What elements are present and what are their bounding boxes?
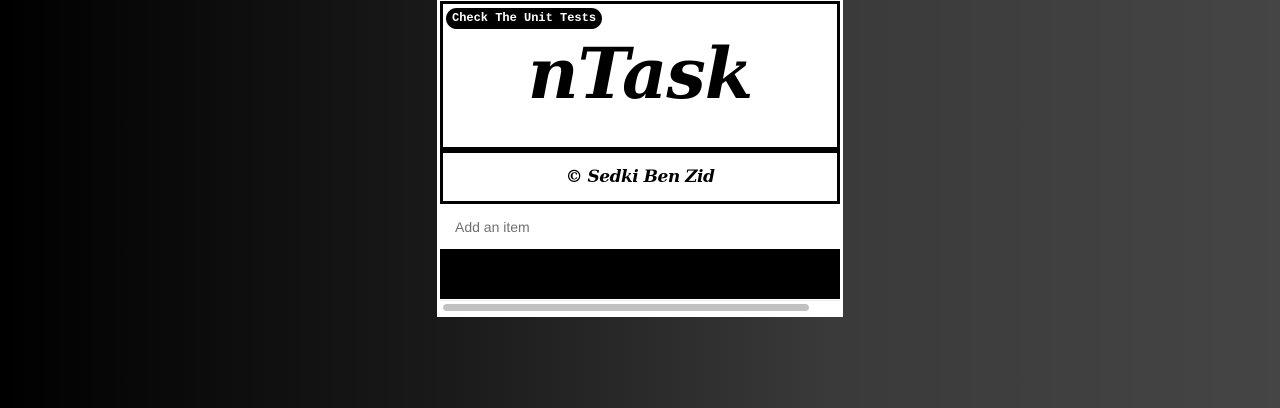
app-container: Check The Unit Tests nTask © Sedki Ben Z… bbox=[437, 0, 843, 317]
app-title: nTask bbox=[527, 32, 754, 115]
copyright-box: © Sedki Ben Zid bbox=[440, 150, 840, 204]
add-item-input[interactable] bbox=[440, 210, 840, 244]
horizontal-scrollbar[interactable] bbox=[440, 300, 840, 314]
check-unit-tests-button[interactable]: Check The Unit Tests bbox=[446, 8, 603, 29]
app-header: Check The Unit Tests nTask bbox=[440, 1, 840, 150]
copyright-text: © Sedki Ben Zid bbox=[565, 167, 715, 187]
item-list-area bbox=[440, 249, 840, 299]
scrollbar-thumb[interactable] bbox=[443, 304, 809, 311]
